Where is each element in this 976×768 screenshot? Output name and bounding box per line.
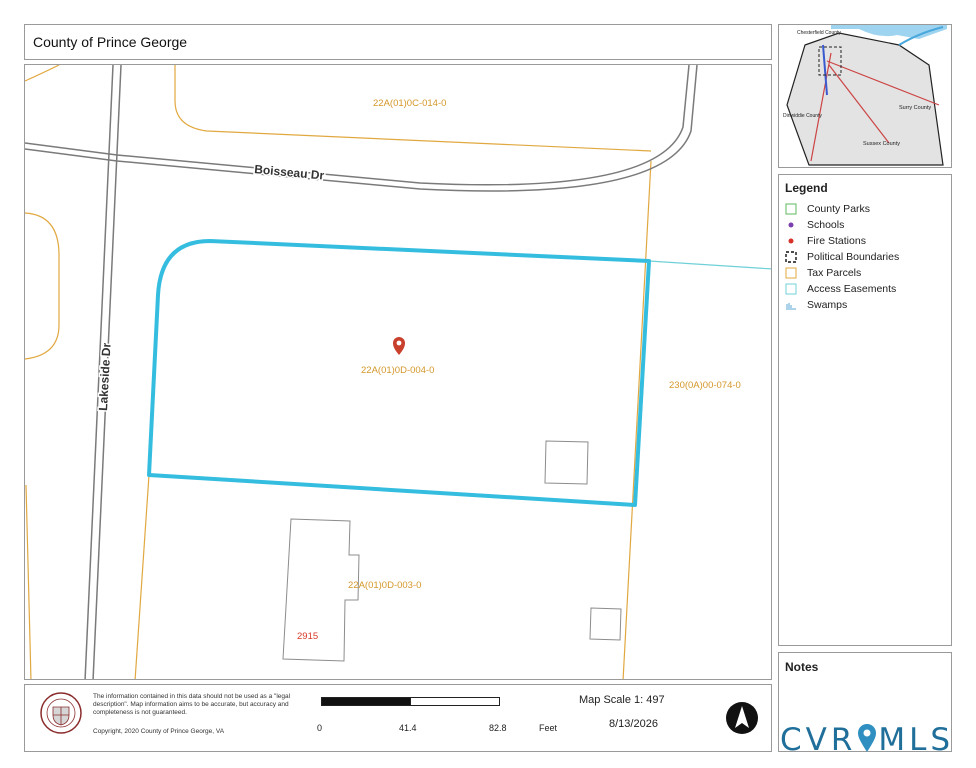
watermark-text-right: MLS bbox=[878, 722, 955, 758]
legend-label: Swamps bbox=[807, 299, 848, 311]
road-label-lakeside: Lakeside Dr bbox=[96, 342, 114, 411]
copyright-text: Copyright, 2020 County of Prince George,… bbox=[93, 728, 225, 735]
legend-item-access-easements: Access Easements bbox=[785, 281, 899, 297]
green-square-icon bbox=[785, 203, 797, 215]
disclaimer-text: The information contained in this data s… bbox=[93, 693, 291, 716]
scale-unit: Feet bbox=[539, 723, 558, 733]
parcel-line-nw bbox=[25, 65, 60, 82]
inset-label: Surry County bbox=[899, 105, 931, 111]
north-arrow-icon bbox=[726, 702, 758, 734]
notes-title: Notes bbox=[785, 660, 819, 674]
tax-parcel-lines bbox=[25, 65, 652, 679]
legend-label: Political Boundaries bbox=[807, 251, 900, 263]
legend-label: Tax Parcels bbox=[807, 267, 862, 279]
legend-title: Legend bbox=[785, 181, 828, 195]
address-label: 2915 bbox=[297, 631, 318, 642]
cyan-square-icon bbox=[785, 283, 797, 295]
swamp-icon bbox=[785, 299, 797, 311]
map-footer: The information contained in this data s… bbox=[24, 684, 772, 752]
road-label-boisseau: Boisseau Dr bbox=[254, 162, 325, 183]
red-dot-icon bbox=[785, 235, 797, 247]
map-scale-text: Map Scale 1: 497 bbox=[579, 694, 665, 706]
county-seal-icon bbox=[40, 692, 82, 734]
building-footprints bbox=[282, 440, 622, 662]
parcel-line-west bbox=[25, 212, 60, 360]
map-date: 8/13/2026 bbox=[609, 718, 658, 730]
map-pin-icon[interactable] bbox=[393, 337, 405, 355]
scale-tick: 82.8 bbox=[489, 723, 507, 733]
parcel-line-east bbox=[622, 160, 652, 679]
building-footprint bbox=[589, 607, 622, 641]
scale-tick: 0 bbox=[317, 723, 323, 733]
cvr-mls-watermark: CVR MLS bbox=[780, 722, 954, 758]
legend-label: County Parks bbox=[807, 203, 871, 215]
map-title: County of Prince George bbox=[33, 34, 188, 50]
parcel-label-selected: 22A(01)0D-004-0 bbox=[361, 365, 434, 376]
title-box: County of Prince George bbox=[24, 24, 772, 60]
parcel-label: 22A(01)0C-014-0 bbox=[373, 98, 446, 109]
map-view[interactable]: 22A(01)0C-014-0 22A(01)0D-004-0 230(0A)0… bbox=[24, 64, 772, 680]
inset-label: Sussex County bbox=[863, 141, 900, 147]
access-easement-line bbox=[648, 260, 771, 270]
parcel-label: 22A(01)0D-003-0 bbox=[348, 580, 421, 591]
building-footprint bbox=[544, 440, 589, 485]
road-boisseau-dr bbox=[25, 65, 698, 192]
legend-panel: Legend County Parks Schools Fire Station… bbox=[778, 174, 952, 646]
parcel-line-south-west bbox=[134, 474, 150, 679]
inset-label: Dinwiddie County bbox=[783, 113, 822, 119]
legend-label: Schools bbox=[807, 219, 845, 231]
legend-item-schools: Schools bbox=[785, 217, 899, 233]
legend-item-county-parks: County Parks bbox=[785, 201, 899, 217]
legend-label: Fire Stations bbox=[807, 235, 866, 247]
scale-bar-black bbox=[321, 697, 411, 706]
legend-item-political-boundaries: Political Boundaries bbox=[785, 249, 899, 265]
map-canvas[interactable]: 22A(01)0C-014-0 22A(01)0D-004-0 230(0A)0… bbox=[25, 65, 772, 680]
parcel-line-west-lower bbox=[25, 484, 32, 679]
watermark-text-left: CVR bbox=[780, 722, 857, 758]
legend-item-swamps: Swamps bbox=[785, 297, 899, 313]
legend-item-fire-stations: Fire Stations bbox=[785, 233, 899, 249]
inset-label: Chesterfield County bbox=[797, 30, 841, 36]
purple-dot-icon bbox=[785, 219, 797, 231]
dashed-square-icon bbox=[785, 251, 797, 263]
scale-bar-white bbox=[410, 697, 500, 706]
tan-square-icon bbox=[785, 267, 797, 279]
legend-item-tax-parcels: Tax Parcels bbox=[785, 265, 899, 281]
scale-tick: 41.4 bbox=[399, 723, 417, 733]
parcel-label: 230(0A)00-074-0 bbox=[669, 380, 741, 391]
inset-canvas: Chesterfield County Dinwiddie County Sur… bbox=[783, 25, 947, 166]
legend-label: Access Easements bbox=[807, 283, 897, 295]
locator-inset-map: Chesterfield County Dinwiddie County Sur… bbox=[778, 24, 952, 168]
watermark-pin-icon bbox=[858, 724, 877, 752]
